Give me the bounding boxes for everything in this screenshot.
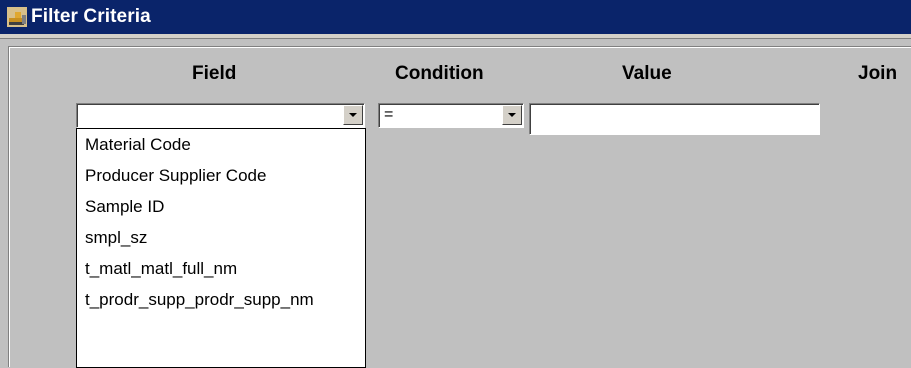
field-option[interactable]: t_matl_matl_full_nm [77, 253, 365, 284]
value-input[interactable] [529, 103, 820, 135]
field-column-header: Field [192, 63, 237, 84]
condition-dropdown[interactable]: = [378, 103, 524, 128]
bulldozer-app-icon [7, 7, 27, 27]
join-column-header: Join [858, 63, 898, 84]
field-option[interactable]: smpl_sz [77, 222, 365, 253]
field-dropdown-arrow-icon[interactable] [343, 105, 363, 125]
condition-dropdown-arrow-icon[interactable] [502, 105, 522, 125]
field-option[interactable]: t_prodr_supp_prodr_supp_nm [77, 284, 365, 315]
condition-column-header: Condition [395, 63, 484, 84]
field-option[interactable]: Producer Supplier Code [77, 160, 365, 191]
window-frame-top [0, 34, 911, 39]
field-dropdown[interactable] [76, 103, 365, 128]
field-dropdown-list[interactable]: Material Code Producer Supplier Code Sam… [76, 128, 366, 368]
field-option[interactable]: Material Code [77, 129, 365, 160]
field-option[interactable]: Sample ID [77, 191, 365, 222]
window-title: Filter Criteria [31, 6, 151, 27]
condition-dropdown-value: = [384, 106, 394, 123]
value-column-header: Value [622, 63, 672, 84]
title-bar[interactable]: Filter Criteria [0, 0, 911, 34]
